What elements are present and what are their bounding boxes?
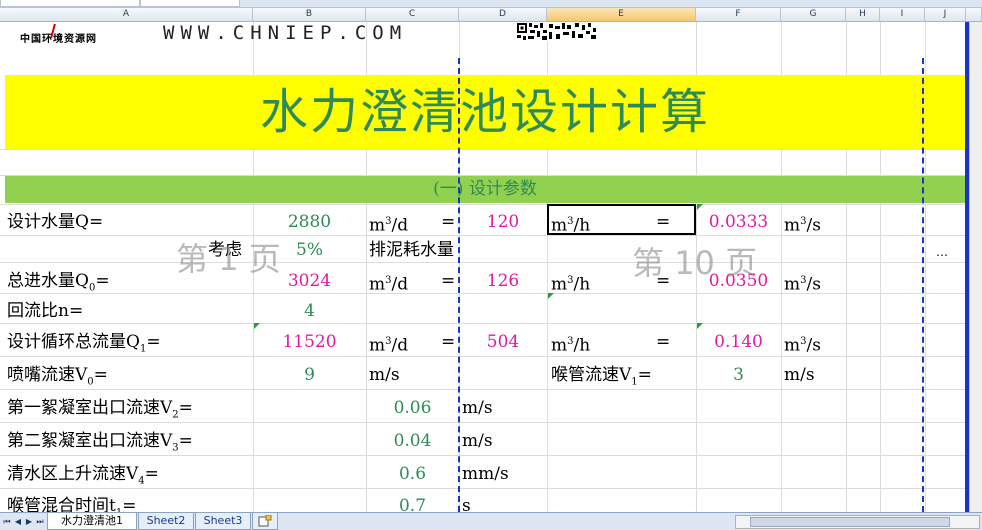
cell-unit[interactable]: m3/h — [551, 271, 590, 295]
cell-ellipsis[interactable]: … — [936, 242, 948, 262]
scroll-thumb[interactable] — [750, 517, 950, 527]
cell-label-design-flow[interactable]: 设计水量Q= — [7, 212, 103, 232]
gridline — [0, 389, 966, 390]
gridline — [0, 323, 966, 324]
horizontal-scrollbar[interactable] — [735, 515, 980, 529]
cell-label-second-flocculation[interactable]: 第二絮凝室出口流速V3= — [7, 431, 193, 458]
gridline — [0, 235, 966, 236]
cell-label-throat-velocity[interactable]: 喉管流速V1= — [551, 365, 652, 392]
column-header-i[interactable]: I — [880, 8, 925, 22]
page-break-line — [458, 58, 460, 512]
page-watermark-10: 第 10 页 — [632, 244, 758, 282]
selected-cell[interactable] — [547, 204, 696, 235]
comment-indicator-icon[interactable] — [697, 323, 703, 329]
comment-indicator-icon[interactable] — [697, 204, 703, 210]
comment-indicator-icon[interactable] — [548, 293, 554, 299]
column-header-corner — [966, 8, 982, 22]
page-title: 水力澄清池设计计算 — [259, 84, 710, 140]
cell-label-throat-mixing-time[interactable]: 喉管混合时间t1= — [7, 496, 136, 512]
section-heading: (一) 设计参数 — [433, 179, 537, 199]
column-header-c[interactable]: C — [366, 8, 459, 22]
cell-equals[interactable]: = — [441, 212, 455, 232]
cell-design-flow-hourly[interactable]: 120 — [459, 212, 547, 232]
column-header-b[interactable]: B — [253, 8, 366, 22]
gridline — [0, 204, 966, 205]
gridline — [0, 149, 966, 150]
cell-label-nozzle-velocity[interactable]: 喷嘴流速V0= — [7, 365, 108, 392]
cell-unit[interactable]: m/s — [462, 431, 493, 451]
qr-code-icon — [516, 22, 598, 42]
cell-equals[interactable]: = — [441, 332, 455, 352]
cell-throat-velocity[interactable]: 3 — [696, 365, 781, 385]
cell-equals[interactable]: = — [441, 271, 455, 291]
insert-sheet-icon[interactable] — [252, 513, 278, 530]
sheet-tab-3[interactable]: Sheet3 — [195, 513, 251, 530]
cell-label-circulation-flow[interactable]: 设计循环总流量Q1= — [7, 332, 161, 359]
last-sheet-icon[interactable]: ⏭ — [35, 516, 45, 528]
cell-unit[interactable]: m/s — [784, 365, 815, 385]
vertical-scrollbar[interactable] — [969, 22, 982, 512]
cell-clear-water-velocity[interactable]: 0.6 — [366, 464, 459, 484]
cell-label-clear-water-velocity[interactable]: 清水区上升流速V4= — [7, 464, 159, 491]
cell-reflux-ratio[interactable]: 4 — [253, 301, 366, 321]
cell-label-reflux-ratio[interactable]: 回流比n= — [7, 301, 83, 321]
cell-design-flow-daily[interactable]: 2880 — [253, 212, 366, 232]
column-header-a[interactable]: A — [0, 8, 253, 22]
page-watermark-1: 第 1 页 — [176, 240, 281, 278]
next-sheet-icon[interactable]: ▶ — [24, 516, 34, 528]
cell-total-inflow-hourly[interactable]: 126 — [459, 271, 547, 291]
cell-unit[interactable]: m/s — [462, 398, 493, 418]
sheet-tab-1[interactable]: 水力澄清池1 — [47, 513, 137, 530]
gridline — [0, 262, 966, 263]
cell-unit[interactable]: m3/s — [784, 271, 821, 295]
cell-unit[interactable]: m3/d — [369, 212, 408, 236]
cell-unit[interactable]: m3/d — [369, 271, 408, 295]
logo-text: 中国环境资源网 — [20, 34, 97, 45]
cell-unit[interactable]: m3/s — [784, 212, 821, 236]
cell-unit[interactable]: m3/d — [369, 332, 408, 356]
cell-unit[interactable]: m3/h — [551, 332, 590, 356]
cell-label-total-inflow[interactable]: 总进水量Q0= — [7, 271, 110, 298]
column-header-e[interactable]: E — [547, 8, 696, 22]
cell-second-flocculation-velocity[interactable]: 0.04 — [366, 431, 459, 451]
cell-unit[interactable]: m/s — [369, 365, 400, 385]
page-break-line — [922, 58, 924, 512]
cell-unit[interactable]: mm/s — [462, 464, 509, 484]
cell-unit[interactable]: m3/s — [784, 332, 821, 356]
cell-nozzle-velocity[interactable]: 9 — [253, 365, 366, 385]
column-header-f[interactable]: F — [696, 8, 781, 22]
cell-first-flocculation-velocity[interactable]: 0.06 — [366, 398, 459, 418]
column-header-row: A B C D E F G H I J — [0, 0, 982, 22]
comment-indicator-icon[interactable] — [254, 323, 260, 329]
cell-circulation-hourly[interactable]: 504 — [459, 332, 547, 352]
column-header-h[interactable]: H — [846, 8, 880, 22]
cell-unit[interactable]: s — [462, 496, 471, 512]
cell-circulation-daily[interactable]: 11520 — [253, 332, 366, 352]
cell-design-flow-second[interactable]: 0.0333 — [696, 212, 781, 232]
spreadsheet-grid[interactable]: 中国环境资源网 WWW.CHNIEP.COM 水力澄清池设计计算 (一) 设计参… — [0, 22, 966, 512]
column-header-j[interactable]: J — [925, 8, 966, 22]
first-sheet-icon[interactable]: ⏮ — [2, 516, 12, 528]
gridline — [0, 293, 966, 294]
cell-circulation-second[interactable]: 0.140 — [696, 332, 781, 352]
cell-throat-mixing-time[interactable]: 0.7 — [366, 496, 459, 512]
cell-equals[interactable]: = — [656, 332, 670, 352]
sheet-tab-2[interactable]: Sheet2 — [138, 513, 194, 530]
cell-sludge-note[interactable]: 排泥耗水量 — [369, 240, 454, 260]
website-text: WWW.CHNIEP.COM — [163, 22, 408, 44]
cell-label-first-flocculation[interactable]: 第一絮凝室出口流速V2= — [7, 398, 193, 425]
column-header-g[interactable]: G — [781, 8, 846, 22]
sheet-tab-bar: ⏮ ◀ ▶ ⏭ 水力澄清池1 Sheet2 Sheet3 — [0, 512, 982, 530]
column-header-d[interactable]: D — [459, 8, 547, 22]
prev-sheet-icon[interactable]: ◀ — [13, 516, 23, 528]
